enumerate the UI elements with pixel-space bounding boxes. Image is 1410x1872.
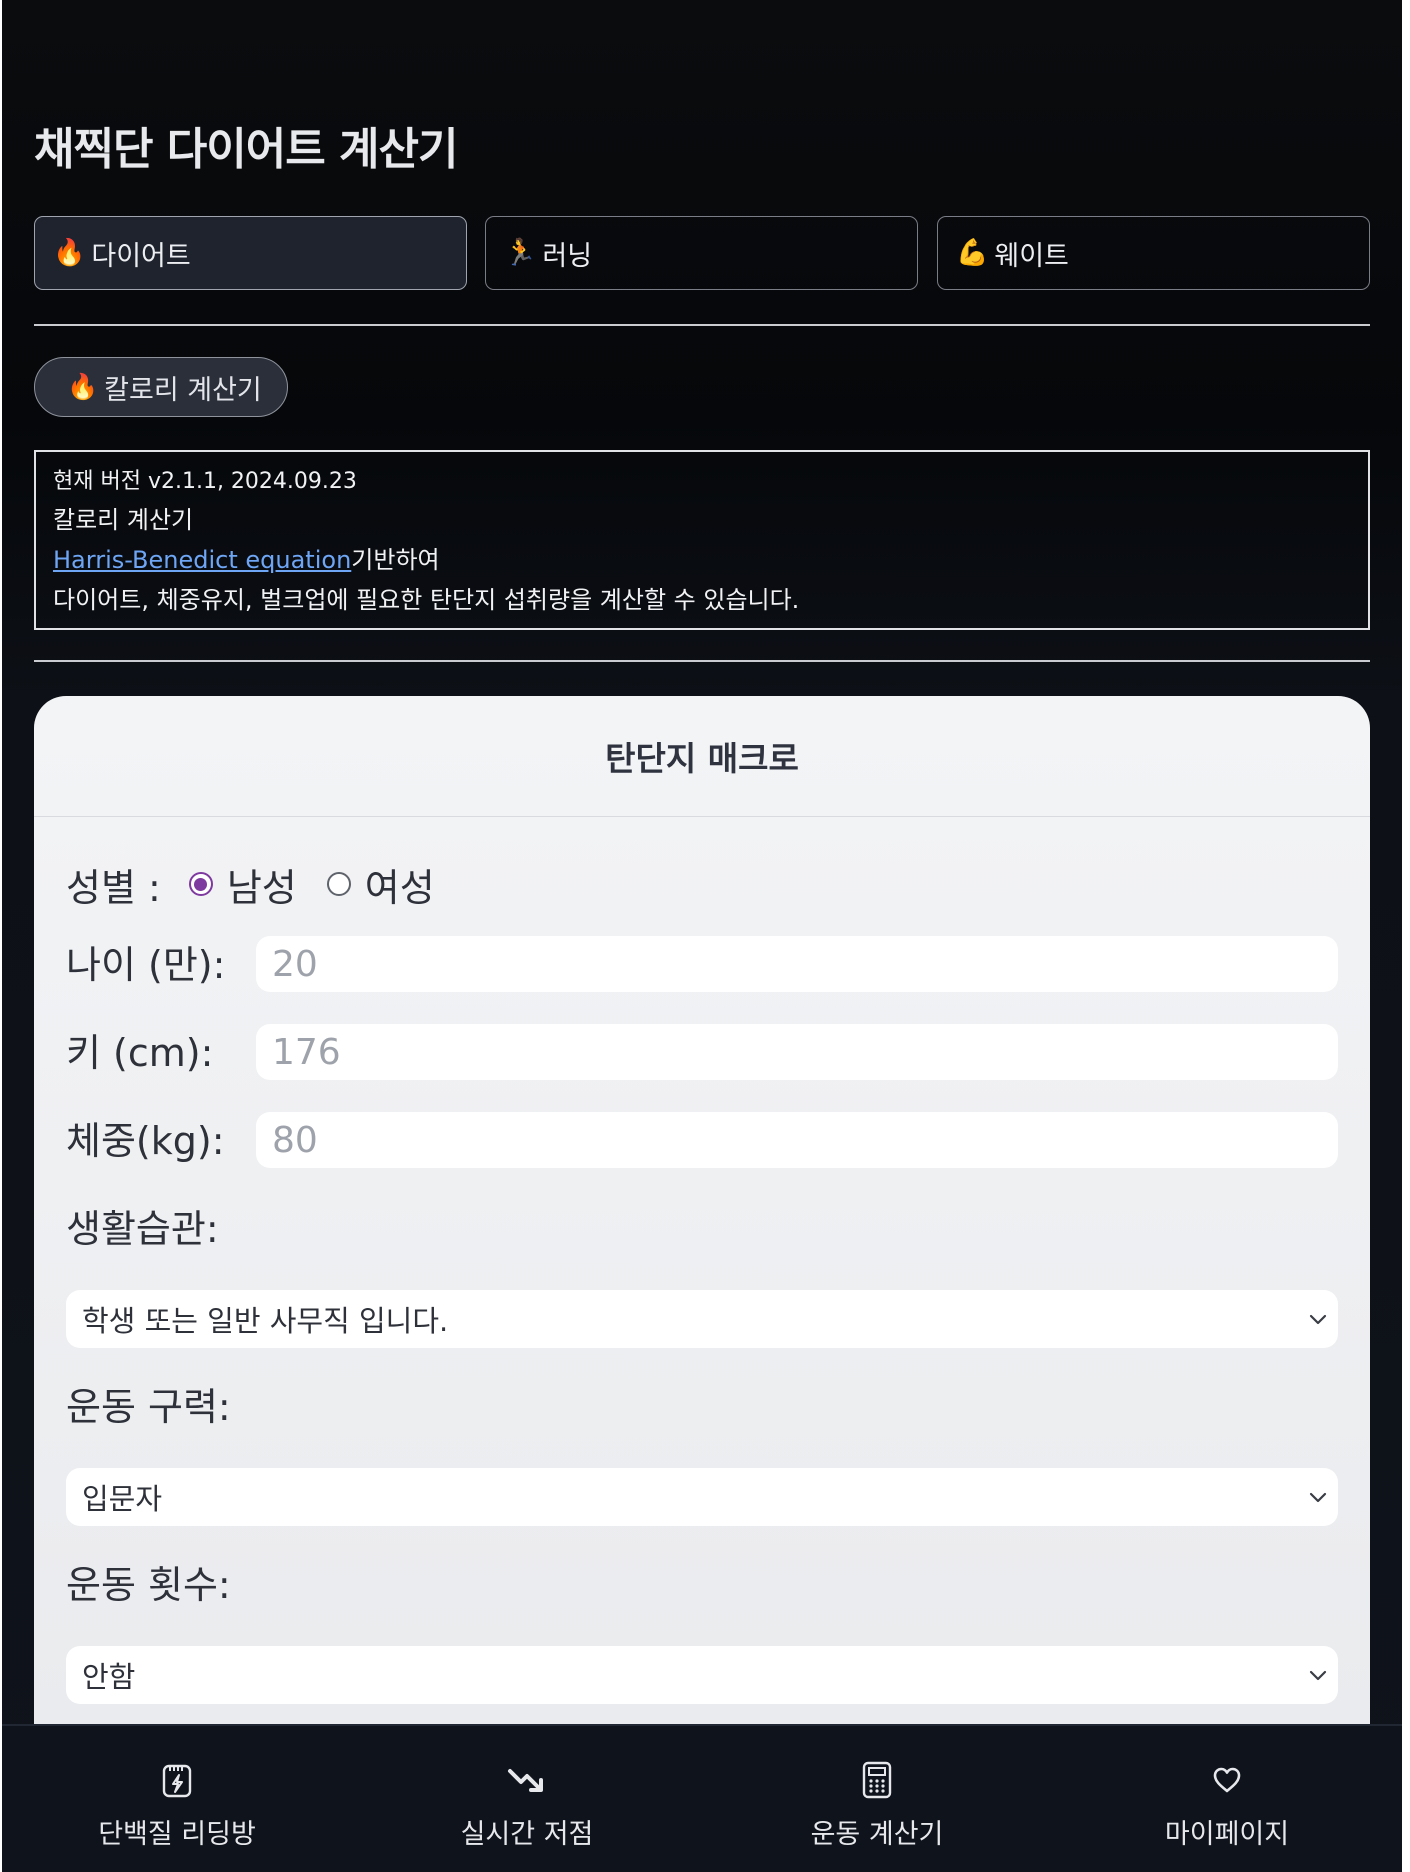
tab-running[interactable]: 🏃 러닝: [485, 216, 918, 290]
flexed-biceps-icon: 💪: [956, 238, 989, 268]
tab-weight[interactable]: 💪 웨이트: [937, 216, 1370, 290]
lifestyle-select[interactable]: 학생 또는 일반 사무직 입니다.: [66, 1290, 1338, 1348]
height-input[interactable]: [256, 1024, 1338, 1080]
age-label: 나이 (만):: [66, 943, 226, 987]
nav-exercise-calculator[interactable]: 운동 계산기: [702, 1726, 1052, 1872]
tab-diet[interactable]: 🔥 다이어트: [34, 216, 467, 290]
formula-suffix: 기반하여: [351, 546, 440, 574]
divider: [34, 660, 1370, 662]
harris-benedict-link[interactable]: Harris-Benedict equation: [53, 546, 351, 574]
chevron-down-icon: [1309, 1492, 1327, 1503]
calculator-name: 칼로리 계산기: [53, 506, 194, 534]
gender-label: 성별 :: [66, 865, 161, 910]
app-window: 채찍단 다이어트 계산기 🔥 다이어트 🏃 러닝 💪 웨이트 🔥 칼로리 계산기…: [2, 0, 1402, 1872]
runner-icon: 🏃: [504, 238, 537, 268]
formula-line: Harris-Benedict equation기반하여: [53, 540, 1351, 580]
nav-label: 마이페이지: [1164, 1819, 1290, 1850]
version-info-box: 현재 버전 v2.1.1, 2024.09.23 칼로리 계산기 Harris-…: [34, 450, 1370, 630]
frequency-value: 안함: [82, 1660, 136, 1694]
nav-label: 실시간 저점: [460, 1819, 594, 1850]
card-title-text: 탄단지 매크로: [605, 739, 799, 778]
chevron-down-icon: [1309, 1670, 1327, 1681]
gender-male-radio[interactable]: [188, 872, 213, 896]
calculator-icon: [857, 1760, 897, 1800]
frequency-select[interactable]: 안함: [66, 1646, 1338, 1704]
description-text: 다이어트, 체중유지, 벌크업에 필요한 탄단지 섭취량을 계산할 수 있습니다…: [53, 586, 800, 614]
lifestyle-label: 생활습관:: [66, 1207, 219, 1251]
weight-label: 체중(kg):: [66, 1119, 225, 1163]
gender-male-label[interactable]: 남성: [227, 857, 297, 912]
nav-protein-room[interactable]: 단백질 리딩방: [2, 1726, 352, 1872]
macro-card: 탄단지 매크로 성별 : 남성 여성 나이 (만): 키 (cm): 체중(kg…: [34, 696, 1370, 1872]
gender-row: 성별 : 남성 여성: [66, 854, 465, 914]
age-input[interactable]: [256, 936, 1338, 992]
calorie-calculator-button[interactable]: 🔥 칼로리 계산기: [34, 357, 288, 417]
gender-female-radio[interactable]: [326, 872, 351, 896]
tab-label: 웨이트: [994, 240, 1069, 272]
calorie-calculator-label: 칼로리 계산기: [104, 374, 262, 406]
nav-realtime-low[interactable]: 실시간 저점: [352, 1726, 702, 1872]
page-title: 채찍단 다이어트 계산기: [34, 124, 458, 175]
tab-label: 러닝: [542, 240, 593, 272]
fire-icon: 🔥: [53, 238, 86, 268]
gender-female-label[interactable]: 여성: [365, 857, 435, 912]
experience-label: 운동 구력:: [66, 1385, 231, 1429]
nav-label: 운동 계산기: [810, 1819, 944, 1850]
trending-down-icon: [507, 1760, 547, 1800]
chevron-down-icon: [1309, 1314, 1327, 1325]
experience-select[interactable]: 입문자: [66, 1468, 1338, 1526]
heart-icon: [1207, 1760, 1247, 1800]
experience-value: 입문자: [82, 1482, 163, 1516]
lifestyle-value: 학생 또는 일반 사무직 입니다.: [82, 1304, 449, 1338]
tab-bar: 🔥 다이어트 🏃 러닝 💪 웨이트: [34, 216, 1370, 292]
protein-icon: [157, 1760, 197, 1800]
frequency-label: 운동 횟수:: [66, 1563, 231, 1607]
bottom-navigation: 단백질 리딩방 실시간 저점 운동 계산기 마이페이지: [2, 1724, 1402, 1872]
divider: [34, 324, 1370, 326]
nav-label: 단백질 리딩방: [98, 1819, 256, 1850]
nav-my-page[interactable]: 마이페이지: [1052, 1726, 1402, 1872]
card-title: 탄단지 매크로: [34, 696, 1370, 817]
tab-label: 다이어트: [91, 240, 191, 272]
height-label: 키 (cm):: [66, 1031, 214, 1075]
fire-icon: 🔥: [67, 372, 99, 401]
weight-input[interactable]: [256, 1112, 1338, 1168]
version-text: 현재 버전 v2.1.1, 2024.09.23: [53, 469, 357, 494]
